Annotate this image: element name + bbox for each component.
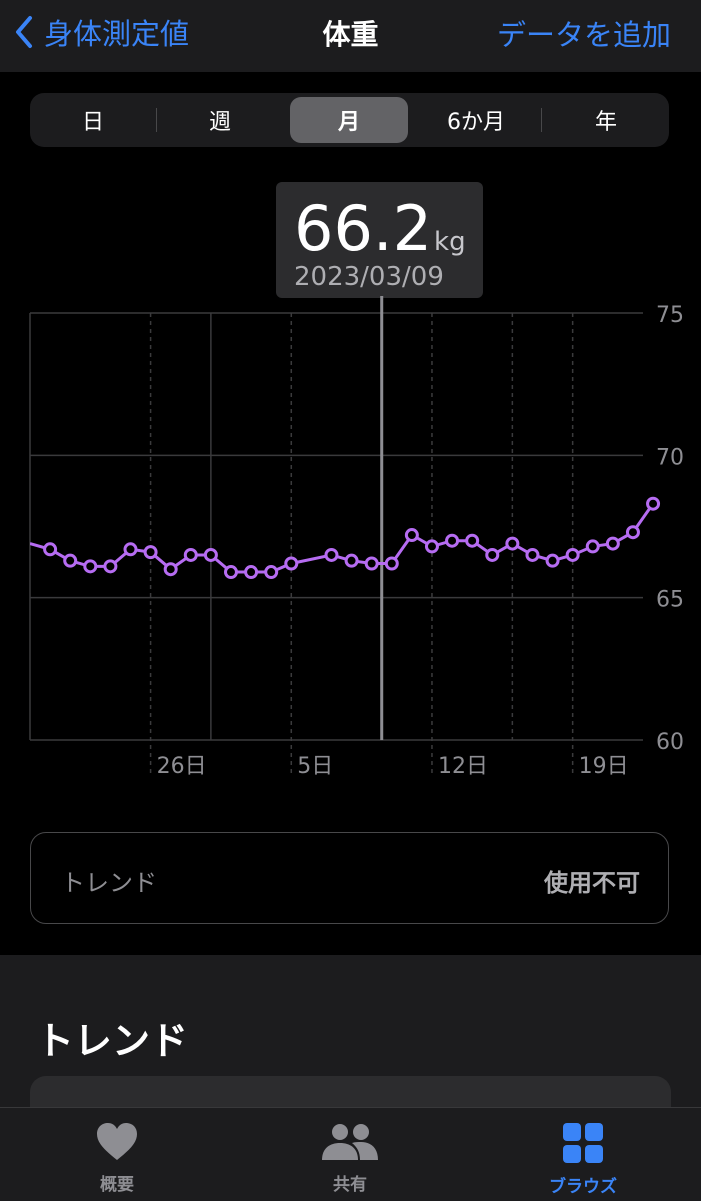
data-point — [525, 547, 540, 562]
tab-bar: 概要 共有 ブラウズ — [0, 1107, 701, 1201]
data-point — [445, 533, 460, 548]
data-point — [103, 559, 118, 574]
data-point — [143, 545, 158, 560]
segment-week[interactable]: 週 — [161, 97, 279, 143]
tab-summary[interactable]: 概要 — [47, 1122, 187, 1195]
data-point — [43, 542, 58, 557]
add-data-button[interactable]: データを追加 — [497, 12, 671, 54]
grid-icon — [563, 1123, 603, 1163]
data-point — [163, 562, 178, 577]
selected-value-tooltip: 66.2kg 2023/03/09 — [276, 182, 483, 298]
y-tick-label: 60 — [656, 730, 684, 755]
segment-divider — [541, 108, 542, 132]
data-point — [183, 547, 198, 562]
tab-summary-label: 概要 — [100, 1175, 134, 1195]
people-icon — [322, 1124, 378, 1160]
segment-month[interactable]: 月 — [290, 97, 408, 143]
data-point — [83, 559, 98, 574]
data-point — [203, 547, 218, 562]
y-tick-label: 75 — [656, 303, 684, 328]
segment-divider — [156, 108, 157, 132]
data-point — [565, 547, 580, 562]
tooltip-unit: kg — [434, 227, 466, 257]
data-point — [284, 556, 299, 571]
x-tick-label: 19日 — [579, 754, 629, 779]
data-point — [223, 565, 238, 580]
section-title: トレンド — [36, 1019, 189, 1063]
time-range-segmented-control: 日 週 月 6か月 年 — [30, 93, 669, 147]
tooltip-date: 2023/03/09 — [294, 262, 444, 292]
tab-sharing-label: 共有 — [333, 1175, 367, 1195]
data-point — [605, 536, 620, 551]
y-tick-label: 70 — [656, 445, 684, 470]
data-point — [424, 539, 439, 554]
trend-row[interactable]: トレンド 使用不可 — [30, 832, 669, 924]
data-point — [244, 565, 259, 580]
data-point — [505, 536, 520, 551]
data-point — [646, 496, 661, 511]
tab-sharing[interactable]: 共有 — [280, 1122, 420, 1195]
segment-day[interactable]: 日 — [34, 97, 152, 143]
x-tick-label: 5日 — [297, 754, 333, 779]
trend-label: トレンド — [61, 869, 157, 897]
data-point — [465, 533, 480, 548]
data-point — [123, 542, 138, 557]
segment-year[interactable]: 年 — [547, 97, 665, 143]
y-tick-label: 65 — [656, 588, 684, 613]
data-point — [625, 525, 640, 540]
data-point — [404, 528, 419, 543]
tooltip-value: 66.2 — [294, 192, 433, 265]
data-point — [344, 553, 359, 568]
tooltip-value-row: 66.2kg — [294, 192, 466, 265]
data-point — [485, 547, 500, 562]
data-point — [585, 539, 600, 554]
navigation-bar: 身体測定値 体重 データを追加 — [0, 0, 701, 72]
tab-browse-label: ブラウズ — [549, 1177, 617, 1197]
tab-browse[interactable]: ブラウズ — [513, 1122, 653, 1197]
heart-icon — [97, 1123, 137, 1160]
x-tick-label: 12日 — [438, 754, 488, 779]
series-line — [30, 502, 653, 574]
data-point — [364, 556, 379, 571]
segment-six-months[interactable]: 6か月 — [417, 97, 535, 143]
data-point — [545, 553, 560, 568]
data-point — [63, 553, 78, 568]
trend-status: 使用不可 — [544, 869, 640, 897]
data-point — [264, 565, 279, 580]
x-tick-label: 26日 — [157, 754, 207, 779]
weight-chart[interactable]: 75 70 65 60 26日 5日 12日 19日 — [0, 296, 701, 796]
data-point — [324, 547, 339, 562]
data-point — [384, 556, 399, 571]
